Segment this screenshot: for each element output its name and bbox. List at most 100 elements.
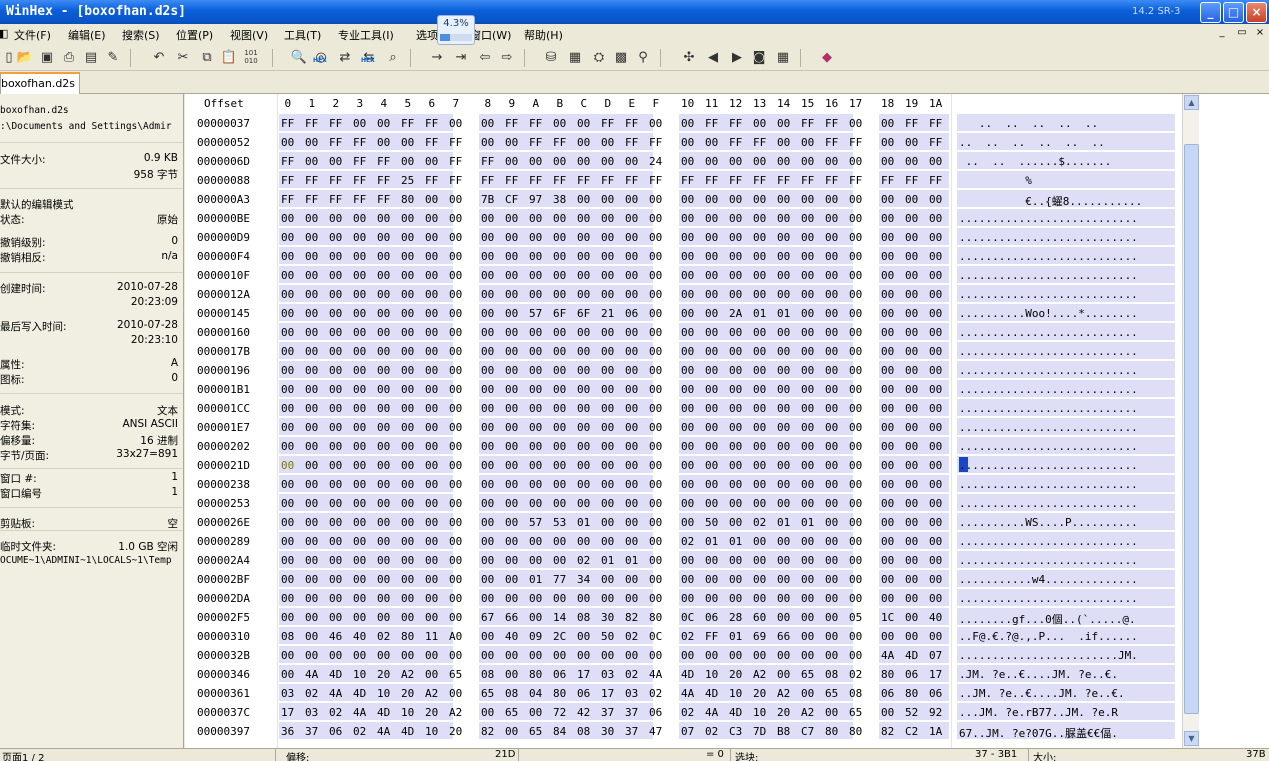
hex-byte[interactable]: 00 xyxy=(601,459,614,472)
hex-byte[interactable]: 00 xyxy=(505,364,518,377)
hex-byte[interactable]: 00 xyxy=(449,611,462,624)
hex-byte[interactable]: 02 xyxy=(577,554,590,567)
hex-byte[interactable]: 00 xyxy=(353,307,366,320)
hex-byte[interactable]: 10 xyxy=(401,706,414,719)
hex-byte[interactable]: 00 xyxy=(377,516,390,529)
hex-byte[interactable]: 00 xyxy=(577,402,590,415)
menu-help[interactable]: 帮助(H) xyxy=(524,27,563,43)
hex-byte[interactable]: 00 xyxy=(849,478,862,491)
hex-byte[interactable]: 00 xyxy=(649,402,662,415)
hex-byte[interactable]: 00 xyxy=(601,402,614,415)
hex-byte[interactable]: 00 xyxy=(801,307,814,320)
hex-byte[interactable]: 00 xyxy=(649,383,662,396)
hex-byte[interactable]: 00 xyxy=(329,250,342,263)
hex-byte[interactable]: 00 xyxy=(881,269,894,282)
hex-byte[interactable]: 00 xyxy=(601,497,614,510)
hex-byte[interactable]: 4D xyxy=(329,668,342,681)
row-text[interactable]: .. .. .. .. .. .. xyxy=(959,136,1105,149)
hex-byte[interactable]: 00 xyxy=(777,440,790,453)
hex-byte[interactable]: 00 xyxy=(825,383,838,396)
hex-byte[interactable]: 00 xyxy=(353,231,366,244)
hex-byte[interactable]: 02 xyxy=(753,516,766,529)
hex-byte[interactable]: 00 xyxy=(353,402,366,415)
hex-byte[interactable]: 00 xyxy=(625,459,638,472)
hex-byte[interactable]: 00 xyxy=(753,554,766,567)
hex-byte[interactable]: 00 xyxy=(481,136,494,149)
hex-byte[interactable]: 00 xyxy=(449,117,462,130)
hex-byte[interactable]: 00 xyxy=(753,250,766,263)
hex-byte[interactable]: 00 xyxy=(505,459,518,472)
hex-byte[interactable]: 00 xyxy=(705,421,718,434)
hex-byte[interactable]: 00 xyxy=(777,554,790,567)
hex-byte[interactable]: 00 xyxy=(625,250,638,263)
hex-byte[interactable]: 00 xyxy=(649,117,662,130)
hex-byte[interactable]: 00 xyxy=(281,478,294,491)
hex-byte[interactable]: 00 xyxy=(353,440,366,453)
previous-icon[interactable]: ◀ xyxy=(704,49,722,67)
hex-byte[interactable]: 00 xyxy=(905,421,918,434)
hex-byte[interactable]: 00 xyxy=(777,193,790,206)
hex-byte[interactable]: 40 xyxy=(929,611,942,624)
hex-byte[interactable]: 00 xyxy=(505,554,518,567)
hex-byte[interactable]: 00 xyxy=(577,630,590,643)
hex-byte[interactable]: 80 xyxy=(849,725,862,738)
hex-byte[interactable]: FF xyxy=(449,174,462,187)
hex-byte[interactable]: 00 xyxy=(401,402,414,415)
hex-byte[interactable]: 00 xyxy=(801,649,814,662)
hex-byte[interactable]: 00 xyxy=(401,136,414,149)
hex-byte[interactable]: 00 xyxy=(753,649,766,662)
hex-byte[interactable]: 00 xyxy=(705,269,718,282)
hex-byte[interactable]: 00 xyxy=(425,193,438,206)
hex-byte[interactable]: 00 xyxy=(905,345,918,358)
hex-byte[interactable]: 00 xyxy=(505,212,518,225)
hex-byte[interactable]: 00 xyxy=(801,193,814,206)
hex-byte[interactable]: 00 xyxy=(801,611,814,624)
hex-byte[interactable]: 00 xyxy=(905,383,918,396)
hex-byte[interactable]: 00 xyxy=(305,649,318,662)
hex-byte[interactable]: 00 xyxy=(401,364,414,377)
hex-byte[interactable]: 00 xyxy=(449,402,462,415)
hex-byte[interactable]: FF xyxy=(649,136,662,149)
hex-byte[interactable]: 00 xyxy=(649,516,662,529)
hex-byte[interactable]: 00 xyxy=(305,250,318,263)
hex-byte[interactable]: 02 xyxy=(625,668,638,681)
hex-byte[interactable]: 00 xyxy=(681,136,694,149)
hex-byte[interactable]: 00 xyxy=(801,269,814,282)
hex-byte[interactable]: 00 xyxy=(481,535,494,548)
hex-byte[interactable]: 40 xyxy=(353,630,366,643)
hex-byte[interactable]: 00 xyxy=(601,345,614,358)
hex-byte[interactable]: 00 xyxy=(601,592,614,605)
hex-byte[interactable]: 7B xyxy=(481,193,494,206)
hex-byte[interactable]: 06 xyxy=(881,687,894,700)
hex-byte[interactable]: 00 xyxy=(305,326,318,339)
hex-byte[interactable]: C3 xyxy=(729,725,742,738)
hex-byte[interactable]: 00 xyxy=(729,592,742,605)
hex-byte[interactable]: 00 xyxy=(449,516,462,529)
hex-byte[interactable]: 00 xyxy=(681,649,694,662)
cut-icon[interactable]: ✂ xyxy=(174,49,192,67)
hex-byte[interactable]: 01 xyxy=(777,516,790,529)
hex-byte[interactable]: 00 xyxy=(729,497,742,510)
hex-byte[interactable]: 00 xyxy=(849,421,862,434)
hex-byte[interactable]: 00 xyxy=(681,554,694,567)
hex-byte[interactable]: 00 xyxy=(801,155,814,168)
hex-byte[interactable]: 00 xyxy=(449,288,462,301)
hex-byte[interactable]: 00 xyxy=(377,497,390,510)
hex-byte[interactable]: 00 xyxy=(777,326,790,339)
hex-byte[interactable]: 00 xyxy=(577,459,590,472)
hex-byte[interactable]: 00 xyxy=(625,535,638,548)
hex-byte[interactable]: FF xyxy=(329,193,342,206)
hex-byte[interactable]: 00 xyxy=(481,345,494,358)
hex-byte[interactable]: 00 xyxy=(425,155,438,168)
hex-byte[interactable]: 00 xyxy=(353,117,366,130)
hex-byte[interactable]: 00 xyxy=(777,402,790,415)
properties-icon[interactable]: ▤ xyxy=(82,49,100,67)
hex-byte[interactable]: 00 xyxy=(505,592,518,605)
hex-byte[interactable]: 01 xyxy=(777,307,790,320)
hex-byte[interactable]: A2 xyxy=(425,687,438,700)
hex-byte[interactable]: 00 xyxy=(729,516,742,529)
hex-byte[interactable]: 03 xyxy=(625,687,638,700)
hex-byte[interactable]: 00 xyxy=(281,345,294,358)
hex-byte[interactable]: 00 xyxy=(329,231,342,244)
hex-byte[interactable]: FF xyxy=(905,174,918,187)
